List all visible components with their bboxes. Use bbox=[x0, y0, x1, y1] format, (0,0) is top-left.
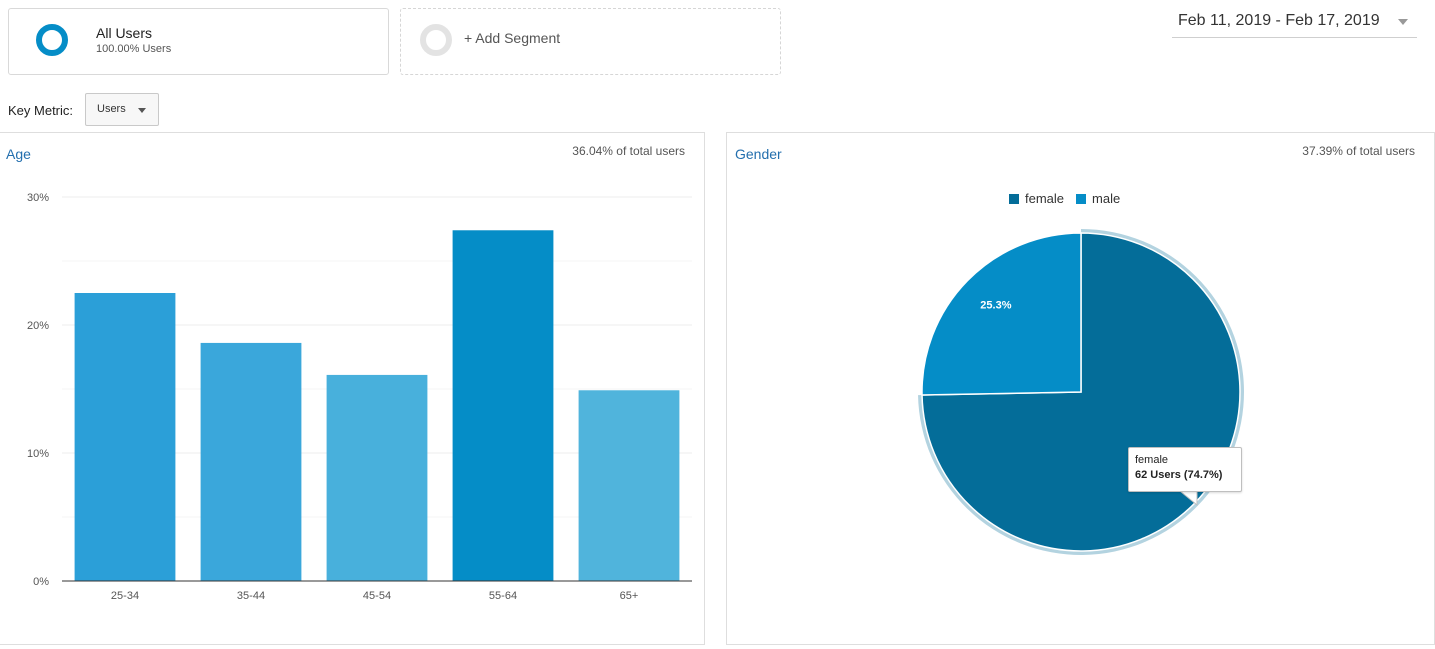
y-tick-label: 20% bbox=[27, 320, 49, 332]
tooltip-value: 62 Users (74.7%) bbox=[1135, 469, 1223, 481]
add-segment-label: + Add Segment bbox=[464, 30, 561, 46]
bar-35-44 bbox=[200, 342, 302, 581]
age-panel: Age 36.04% of total users 0% 10% 20% 30% 25-… bbox=[0, 132, 705, 645]
key-metric-label: Key Metric: bbox=[8, 103, 74, 118]
bar-25-34 bbox=[74, 293, 176, 581]
x-tick-label: 35-44 bbox=[237, 590, 265, 602]
gender-pie: 25.3% bbox=[918, 229, 1244, 555]
add-segment-button[interactable]: + Add Segment bbox=[400, 8, 781, 75]
age-bar-chart: 0% 10% 20% 30% 25-34 35-44 45-54 55-64 65+ bbox=[27, 192, 692, 602]
y-tick-label: 10% bbox=[27, 448, 49, 460]
segment-subtitle: 100.00% Users bbox=[96, 43, 172, 55]
pie-data-label-male: 25.3% bbox=[980, 299, 1011, 311]
caret-down-icon bbox=[138, 108, 146, 113]
x-tick-label: 65+ bbox=[620, 590, 639, 602]
x-tick-label: 45-54 bbox=[363, 590, 391, 602]
gender-panel: Gender 37.39% of total users female male… bbox=[726, 132, 1435, 645]
date-range-label: Feb 11, 2019 - Feb 17, 2019 bbox=[1178, 12, 1380, 29]
y-tick-label: 0% bbox=[33, 576, 49, 588]
x-tick-label: 25-34 bbox=[111, 590, 139, 602]
gender-pie-chart: 25.3% bbox=[918, 229, 1244, 555]
key-metric-dropdown[interactable]: Users bbox=[85, 93, 159, 126]
key-metric-value: Users bbox=[97, 103, 126, 115]
pie-tooltip: female 62 Users (74.7%) bbox=[1128, 447, 1242, 492]
bar-65+ bbox=[578, 390, 680, 581]
pie-slice-male bbox=[921, 232, 1082, 396]
segment-ring-icon bbox=[36, 24, 68, 56]
bar-45-54 bbox=[326, 374, 428, 581]
bar-55-64 bbox=[452, 230, 554, 581]
age-bars bbox=[74, 230, 680, 581]
x-tick-label: 55-64 bbox=[489, 590, 517, 602]
segment-name: All Users bbox=[96, 25, 153, 41]
segment-all-users[interactable]: All Users 100.00% Users bbox=[8, 8, 389, 75]
y-tick-label: 30% bbox=[27, 192, 49, 204]
chevron-down-icon bbox=[1398, 19, 1408, 25]
tooltip-label: female bbox=[1135, 454, 1169, 466]
date-range-picker[interactable]: Feb 11, 2019 - Feb 17, 2019 bbox=[1172, 10, 1417, 38]
segment-placeholder-icon bbox=[420, 24, 452, 56]
